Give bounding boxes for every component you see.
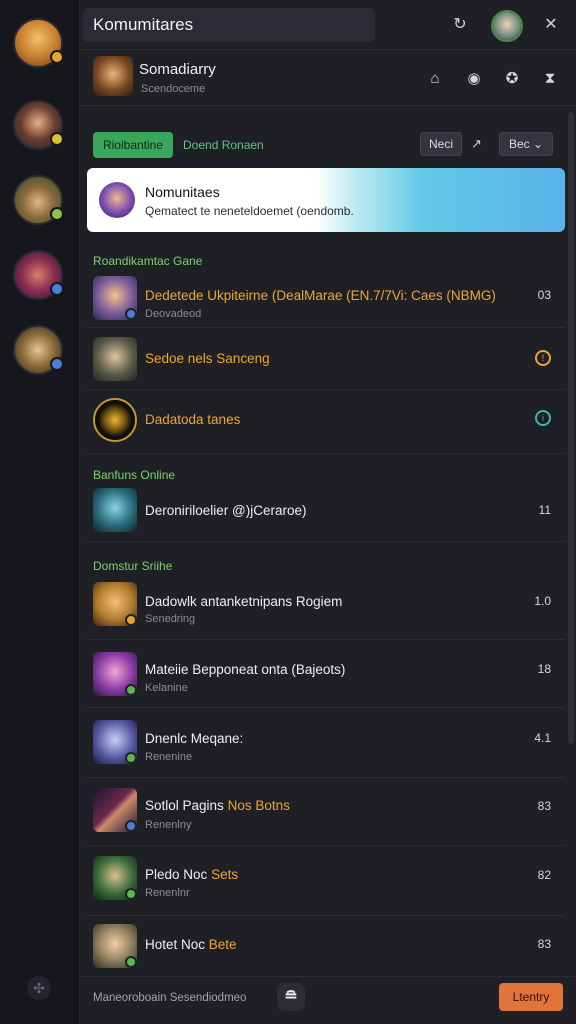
rail-avatar-hero-3[interactable] xyxy=(13,175,64,225)
arrow-icon[interactable]: ↗ xyxy=(471,136,482,152)
profile-avatar[interactable] xyxy=(93,56,133,96)
item-avatar xyxy=(93,856,137,900)
item-title: Sedoe nels Sanceng xyxy=(145,351,270,366)
item-avatar xyxy=(93,924,137,968)
item-title-highlight: Bete xyxy=(208,937,237,952)
item-avatar xyxy=(93,488,137,532)
item-avatar xyxy=(93,398,137,442)
filter-bar: Rioibantine Doend Ronaen Neci ↗ Bec ⌄ xyxy=(79,106,576,166)
refresh-icon[interactable]: ↻ xyxy=(448,13,472,37)
rail-avatar-hero-5[interactable] xyxy=(13,325,64,375)
cta-button[interactable]: Ltentry xyxy=(499,983,563,1011)
scrollbar[interactable] xyxy=(568,112,574,744)
item-title: Dadatoda tanes xyxy=(145,412,241,427)
rail-avatar-hero-4[interactable] xyxy=(13,250,64,300)
item-count: 82 xyxy=(537,868,551,882)
list-item[interactable]: Dadatoda tanes i xyxy=(87,390,565,454)
window-title: Komumitares xyxy=(83,8,375,42)
rail-avatar-hero-1[interactable] xyxy=(13,18,64,68)
item-avatar xyxy=(93,788,137,832)
rail-avatar-hero-2[interactable] xyxy=(13,100,64,150)
main-panel: Komumitares ↻ ✕ Somadiarry Scendoceme ⌂ … xyxy=(79,0,576,1024)
sort-dropdown[interactable]: Bec ⌄ xyxy=(499,132,553,156)
item-count: 83 xyxy=(537,799,551,813)
list-item[interactable]: Dadowlk antanketnipans Rogiem Senedring … xyxy=(87,572,565,640)
list-item[interactable]: Pledo Noc Sets Renenlnr 82 xyxy=(87,846,565,916)
item-subtitle: Senedring xyxy=(145,613,196,625)
trophy-icon[interactable]: ⧗ xyxy=(539,68,561,90)
menu-icon[interactable]: ≘ xyxy=(277,983,305,1011)
list-item[interactable]: Sedoe nels Sanceng ! xyxy=(87,328,565,390)
item-title: Sotlol Pagins Nos Botns xyxy=(145,798,290,813)
item-title: Pledo Noc Sets xyxy=(145,867,239,882)
item-title: Dadowlk antanketnipans Rogiem xyxy=(145,594,343,609)
item-count: 83 xyxy=(537,937,551,951)
item-count: 1.0 xyxy=(534,594,551,608)
top-bar: Komumitares ↻ ✕ xyxy=(79,0,576,50)
list-item[interactable]: Hotet Noc Bete 83 xyxy=(87,916,565,976)
banner-avatar xyxy=(99,182,135,218)
item-title: Dnenlc Meqane: xyxy=(145,731,244,746)
home-icon[interactable]: ⌂ xyxy=(424,68,446,90)
item-title-highlight: Sets xyxy=(211,867,239,882)
item-count: 11 xyxy=(538,503,551,517)
item-subtitle: Deovadeod xyxy=(145,308,202,320)
item-avatar xyxy=(93,337,137,381)
item-title: Hotet Noc Bete xyxy=(145,937,237,952)
footer-bar: Maneoroboain Sesendiodmeo ≘ Ltentry xyxy=(79,976,576,1024)
item-subtitle: Renenlnr xyxy=(145,887,190,899)
info-icon: i xyxy=(535,410,551,426)
filter-link[interactable]: Doend Ronaen xyxy=(183,138,264,152)
profile-subtitle: Scendoceme xyxy=(141,83,206,95)
status-badge xyxy=(50,132,64,146)
banner-title: Nomunitaes xyxy=(145,184,220,200)
item-count: 4.1 xyxy=(534,731,551,745)
list-item[interactable]: Sotlol Pagins Nos Botns Renenlny 83 xyxy=(87,778,565,846)
list-item[interactable]: Mateiie Bepponeat onta (Bajeots) Kelanin… xyxy=(87,640,565,708)
settings-icon[interactable]: ✣ xyxy=(27,976,51,1000)
status-badge xyxy=(50,207,64,221)
list-item[interactable]: Deroniriloelier @)jCeraroe) 11 xyxy=(87,480,565,542)
item-count: 03 xyxy=(537,288,551,302)
featured-banner[interactable]: Nomunitaes Qematect te neneteldoemet (oe… xyxy=(87,168,565,232)
item-title: Deroniriloelier @)jCeraroe) xyxy=(145,503,307,518)
status-badge xyxy=(50,357,64,371)
status-badge xyxy=(50,282,64,296)
item-avatar xyxy=(93,582,137,626)
compass-icon[interactable]: ◉ xyxy=(463,68,485,90)
item-subtitle: Renenine xyxy=(145,751,193,763)
next-button[interactable]: Neci xyxy=(420,132,462,156)
list-item[interactable]: Dnenlc Meqane: Renenine 4.1 xyxy=(87,708,565,778)
item-subtitle: Kelanine xyxy=(145,682,188,694)
alert-icon: ! xyxy=(535,350,551,366)
banner-description: Qematect te neneteldoemet (oendomb. xyxy=(145,204,354,218)
shield-icon[interactable]: ✪ xyxy=(501,68,523,90)
item-count: 18 xyxy=(537,662,551,676)
section-header: Domstur Sriihe xyxy=(93,559,173,573)
left-rail: ✣ xyxy=(0,0,78,1024)
close-icon[interactable]: ✕ xyxy=(539,13,563,37)
filter-pill-active[interactable]: Rioibantine xyxy=(93,132,173,158)
item-avatar xyxy=(93,276,137,320)
user-avatar[interactable] xyxy=(491,10,523,42)
item-title-highlight: Nos Botns xyxy=(227,798,290,813)
item-avatar xyxy=(93,720,137,764)
profile-name: Somadiarry xyxy=(139,61,216,78)
item-title: Mateiie Bepponeat onta (Bajeots) xyxy=(145,662,346,677)
item-avatar xyxy=(93,652,137,696)
status-badge xyxy=(50,50,64,64)
list-item[interactable]: Dedetede Ukpiteirne (DealMarae (EN.7/7Vi… xyxy=(87,266,565,328)
item-subtitle: Renenlny xyxy=(145,819,192,831)
item-title: Dedetede Ukpiteirne (DealMarae (EN.7/7Vi… xyxy=(145,288,496,303)
profile-bar: Somadiarry Scendoceme ⌂ ◉ ✪ ⧗ xyxy=(79,50,576,106)
footer-text: Maneoroboain Sesendiodmeo xyxy=(93,992,247,1004)
